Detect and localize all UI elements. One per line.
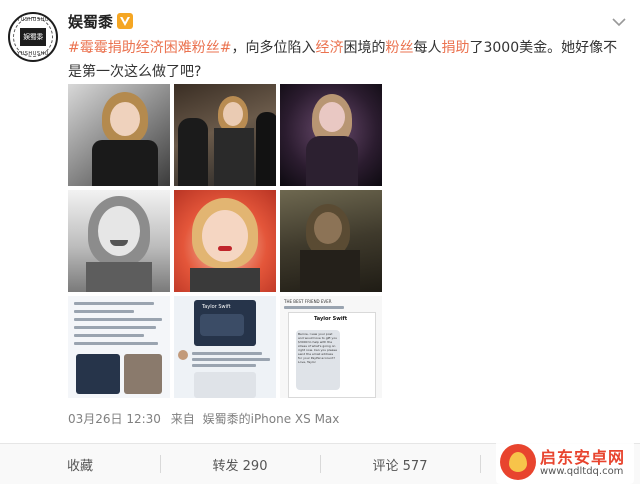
s8-title: Taylor Swift <box>202 304 231 310</box>
s7-line <box>74 302 154 305</box>
s8-user-avatar <box>178 350 188 360</box>
repost-button[interactable]: 转发 290 <box>160 444 320 484</box>
s8-phone-bottom <box>194 372 256 398</box>
s9-caption: THE BEST FRIEND EVER <box>284 299 332 304</box>
avatar-ring-text-top: YUSHUSHU <box>17 17 49 23</box>
photo-5-face <box>202 210 248 262</box>
photo-2-body <box>214 128 254 186</box>
image-thumb-4[interactable] <box>68 190 170 292</box>
s7-line <box>74 342 158 345</box>
post-meta: 03月26日 12:30 来自 娱蜀黍的iPhone XS Max <box>68 410 339 427</box>
image-thumb-3[interactable] <box>280 84 382 186</box>
avatar[interactable]: YUSHUSHU 娱蜀黍 YUSHUSHU <box>8 12 58 62</box>
photo-2-face <box>223 102 243 126</box>
site-watermark: 启东安卓网 www.qdltdq.com <box>496 440 634 484</box>
s7-line <box>74 334 144 337</box>
collect-button[interactable]: 收藏 <box>0 444 160 484</box>
avatar-seal: 娱蜀黍 <box>20 28 46 46</box>
s7-dm-screenshot <box>76 354 120 394</box>
photo-6-body <box>300 250 360 292</box>
photo-4-body <box>86 262 152 292</box>
s7-line <box>74 318 162 321</box>
post-text-1: ，向多位陷入 <box>231 40 316 56</box>
s9-message-text: Bernie, I saw your post and would love t… <box>298 332 338 364</box>
s9-title: Taylor Swift <box>314 316 348 322</box>
user-name[interactable]: 娱蜀黍 <box>68 11 113 32</box>
keyword-link-economy[interactable]: 经济 <box>315 40 343 56</box>
photo-4-face <box>98 206 140 256</box>
photo-5-body <box>190 268 260 292</box>
s7-line <box>74 326 156 329</box>
photo-1-face <box>110 102 140 136</box>
photo-3-face <box>319 102 345 132</box>
image-thumb-6[interactable] <box>280 190 382 292</box>
s8-bubble <box>200 314 244 336</box>
post-text: #霉霉捐助经济困难粉丝#，向多位陷入经济困境的粉丝每人捐助了3000美金。她好像… <box>68 36 620 84</box>
photo-1-body <box>92 140 158 186</box>
image-thumb-9[interactable]: THE BEST FRIEND EVER Taylor Swift Bernie… <box>280 296 382 398</box>
image-thumb-1[interactable] <box>68 84 170 186</box>
s8-line <box>192 358 270 361</box>
photo-6-face <box>314 212 342 244</box>
s7-line <box>74 310 134 313</box>
avatar-ring-text-bottom: YUSHUSHU <box>17 51 49 57</box>
post-date[interactable]: 03月26日 12:30 <box>68 412 161 426</box>
watermark-title: 启东安卓网 <box>540 448 626 467</box>
s7-photo-thumb <box>124 354 162 394</box>
from-label: 来自 <box>170 412 195 426</box>
image-thumb-2[interactable] <box>174 84 276 186</box>
post-text-2: 困境的 <box>343 40 386 56</box>
s9-line <box>284 306 344 309</box>
comment-label: 评论 577 <box>372 458 428 474</box>
watermark-logo-icon <box>500 444 536 480</box>
hashtag-link[interactable]: #霉霉捐助经济困难粉丝# <box>68 40 231 56</box>
photo-5-lips <box>218 246 232 251</box>
s8-line <box>192 364 256 367</box>
weibo-post-card: YUSHUSHU 娱蜀黍 YUSHUSHU 娱蜀黍 #霉霉捐助经济困难粉丝#，向… <box>0 0 640 484</box>
keyword-link-fans[interactable]: 粉丝 <box>385 40 413 56</box>
post-source: 娱蜀黍的iPhone XS Max <box>202 412 340 426</box>
image-thumb-8[interactable]: Taylor Swift <box>174 296 276 398</box>
image-thumb-7[interactable] <box>68 296 170 398</box>
keyword-link-donate[interactable]: 捐助 <box>441 40 469 56</box>
photo-2-person-left <box>178 118 208 186</box>
image-grid: Taylor Swift THE BEST FRIEND EVER Taylor… <box>68 84 384 398</box>
post-menu-chevron-down-icon[interactable] <box>612 12 626 31</box>
image-thumb-5[interactable] <box>174 190 276 292</box>
comment-button[interactable]: 评论 577 <box>320 444 480 484</box>
photo-2-person-right <box>256 112 276 186</box>
watermark-url: www.qdltdq.com <box>540 466 624 477</box>
collect-label: 收藏 <box>66 458 93 474</box>
s8-line <box>192 352 262 355</box>
user-name-row: 娱蜀黍 <box>68 11 134 32</box>
repost-label: 转发 290 <box>212 458 268 474</box>
post-text-3: 每人 <box>413 40 442 56</box>
photo-3-body <box>306 136 358 186</box>
verified-v-icon <box>117 13 134 29</box>
